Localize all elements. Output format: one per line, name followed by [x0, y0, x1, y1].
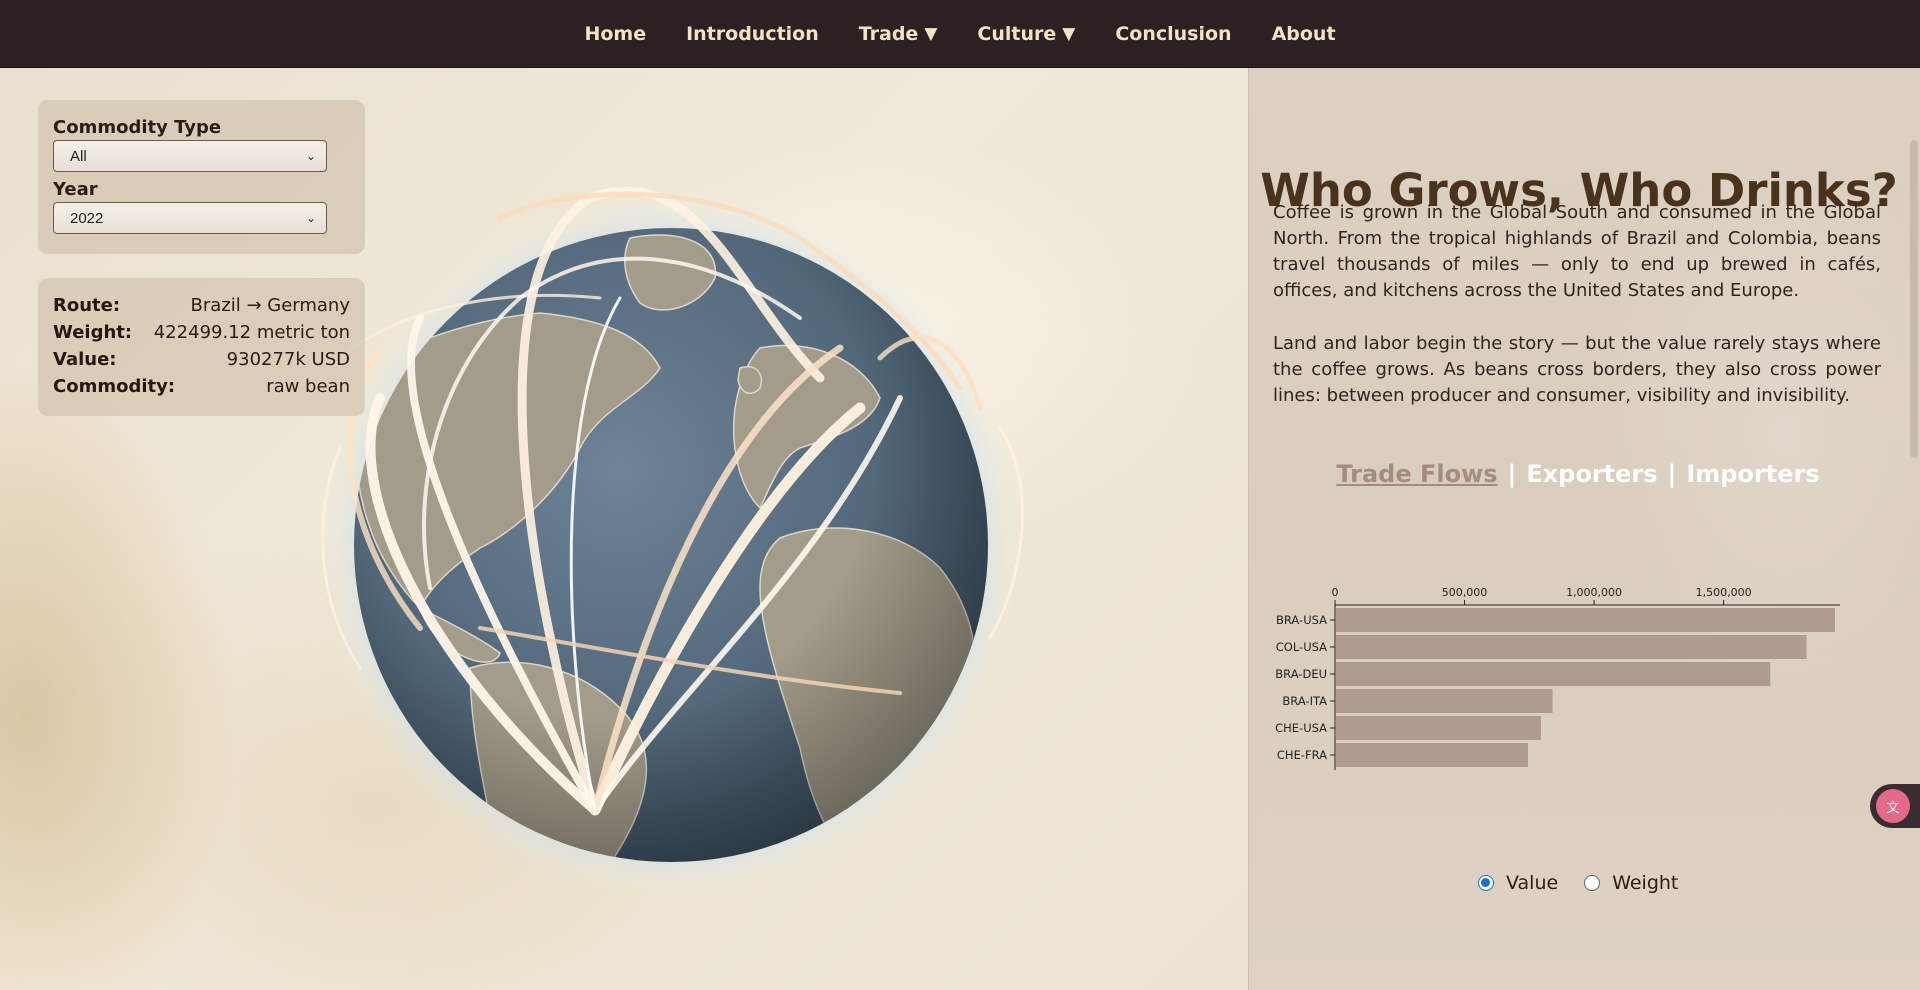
chart-tabs: Trade Flows | Exporters | Importers [1248, 460, 1908, 488]
nav-introduction[interactable]: Introduction [686, 23, 819, 45]
nav-conclusion[interactable]: Conclusion [1115, 23, 1231, 45]
weight-key: Weight: [53, 322, 133, 343]
radio-unchecked-icon[interactable] [1584, 875, 1601, 891]
nav-trade-label: Trade [858, 22, 919, 45]
nav-introduction-label: Introduction [686, 22, 819, 45]
chevron-down-icon: ⌄ [305, 149, 316, 163]
scrollbar-thumb[interactable] [1910, 140, 1918, 458]
caret-down-icon: ▼ [1062, 23, 1076, 44]
bar-category-label: BRA-USA [1276, 613, 1327, 627]
intro-paragraph: Coffee is grown in the Global South and … [1273, 202, 1881, 301]
tab-trade-flows[interactable]: Trade Flows [1336, 460, 1497, 488]
metric-radio-group: Value Weight [1478, 872, 1678, 894]
x-tick-label: 500,000 [1442, 586, 1488, 599]
tab-separator: | [1507, 460, 1517, 488]
nav-about[interactable]: About [1272, 23, 1336, 45]
bar-category-label: COL-USA [1276, 640, 1327, 654]
commodity-type-label: Commodity Type [53, 117, 222, 138]
bar [1336, 635, 1807, 659]
year-select[interactable]: 2022 ⌄ [53, 202, 327, 234]
top-navbar: Home Introduction Trade ▼ Culture ▼ Conclu… [0, 0, 1920, 68]
value-row: Value: 930277k USD [53, 346, 350, 373]
tab-separator: | [1667, 460, 1677, 488]
commodity-type-value: All [70, 147, 87, 165]
tab-importers[interactable]: Importers [1686, 460, 1819, 488]
route-key: Route: [53, 295, 121, 316]
globe-shade [354, 228, 988, 862]
nav-culture-dropdown[interactable]: Culture ▼ [977, 23, 1075, 45]
commodity-row: Commodity: raw bean [53, 373, 350, 400]
bar [1336, 716, 1541, 740]
radio-checked-icon[interactable] [1478, 875, 1494, 891]
commodity-type-select[interactable]: All ⌄ [53, 140, 327, 172]
x-tick-label: 1,500,000 [1696, 586, 1752, 599]
bar [1336, 608, 1835, 632]
tab-exporters[interactable]: Exporters [1526, 460, 1657, 488]
value-key: Value: [53, 349, 117, 370]
nav-conclusion-label: Conclusion [1115, 22, 1232, 45]
bar-category-label: CHE-FRA [1277, 748, 1327, 762]
x-tick-label: 1,000,000 [1566, 586, 1622, 599]
translate-button[interactable]: 文 [1870, 784, 1920, 828]
commodity-value: raw bean [266, 376, 350, 397]
nav-culture-label: Culture [977, 22, 1057, 45]
translate-icon: 文 [1876, 789, 1910, 823]
value-value: 930277k USD [226, 349, 350, 370]
route-row: Route: Brazil → Germany [53, 292, 350, 319]
commodity-key: Commodity: [53, 376, 176, 397]
bar-category-label: BRA-ITA [1282, 694, 1327, 708]
trade-flows-bar-chart: 0 500,000 1,000,000 1,500,000 BRA-USA COL-USA… [1275, 586, 1840, 770]
year-value: 2022 [70, 209, 104, 227]
value-paragraph: Land and labor begin the story — but the… [1273, 333, 1881, 406]
radio-value-label: Value [1506, 872, 1559, 894]
nav-trade-dropdown[interactable]: Trade ▼ [859, 23, 938, 45]
bar [1336, 662, 1771, 686]
bar-category-label: BRA-DEU [1275, 667, 1327, 681]
radio-weight-label: Weight [1612, 872, 1679, 894]
nav-home[interactable]: Home [584, 23, 646, 45]
bar-category-label: CHE-USA [1275, 721, 1327, 735]
chevron-down-icon: ⌄ [305, 211, 316, 225]
weight-row: Weight: 422499.12 metric ton [53, 319, 350, 346]
bar [1336, 689, 1553, 713]
year-label: Year [53, 179, 98, 200]
nav-about-label: About [1271, 22, 1336, 45]
bar [1336, 743, 1529, 767]
caret-down-icon: ▼ [924, 23, 938, 44]
radio-weight[interactable]: Weight [1584, 872, 1678, 894]
x-tick-label: 0 [1332, 586, 1339, 599]
filter-controls-panel: Commodity Type All ⌄ Year 2022 ⌄ [38, 100, 365, 254]
route-value: Brazil → Germany [190, 295, 351, 316]
nav-home-label: Home [584, 22, 647, 45]
route-info-panel: Route: Brazil → Germany Weight: 422499.1… [38, 278, 365, 416]
weight-value: 422499.12 metric ton [153, 322, 350, 343]
radio-value[interactable]: Value [1478, 872, 1558, 894]
